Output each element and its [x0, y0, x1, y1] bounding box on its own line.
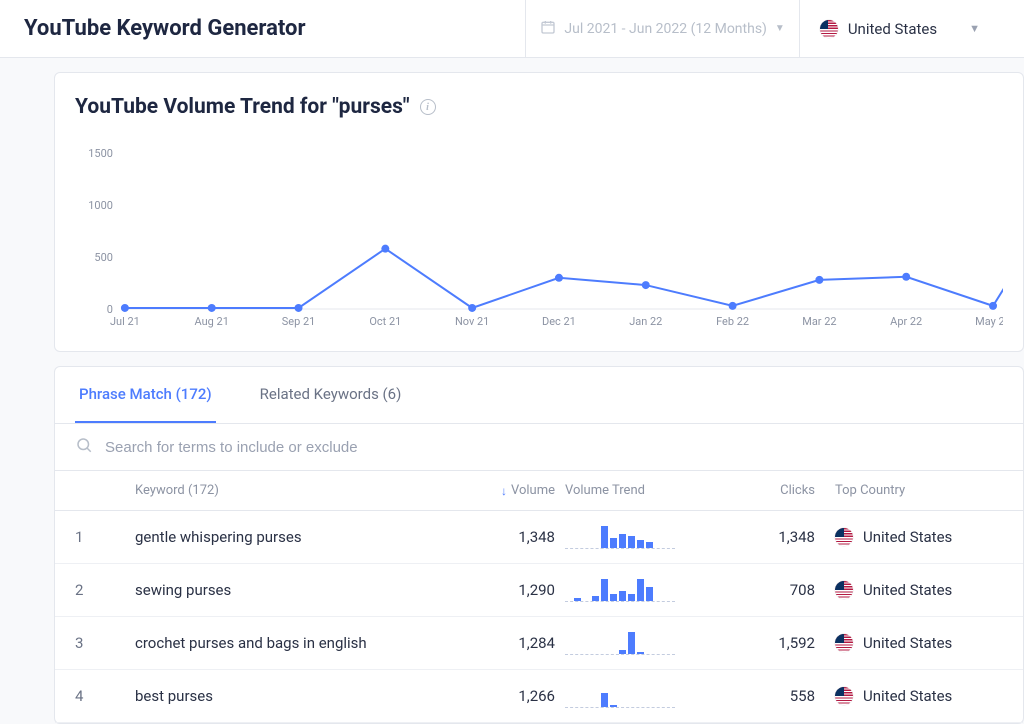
- sort-desc-icon: ↓: [501, 484, 507, 498]
- svg-text:Jan 22: Jan 22: [629, 315, 662, 328]
- volume-cell: 1,284: [435, 634, 555, 652]
- flag-us-icon: [820, 20, 838, 38]
- trend-chart: 050010001500Jul 21Aug 21Sep 21Oct 21Nov …: [75, 147, 1003, 337]
- tabs: Phrase Match (172) Related Keywords (6): [55, 367, 1023, 424]
- chevron-down-icon: ▼: [969, 22, 980, 35]
- flag-us-icon: [835, 581, 853, 599]
- app-header: YouTube Keyword Generator Jul 2021 - Jun…: [0, 0, 1024, 58]
- svg-text:Mar 22: Mar 22: [802, 315, 836, 328]
- sparkline: [555, 631, 695, 655]
- top-country-cell: United States: [815, 528, 1024, 546]
- svg-text:Nov 21: Nov 21: [455, 315, 489, 328]
- tab-phrase-match[interactable]: Phrase Match (172): [75, 367, 216, 423]
- svg-text:Oct 21: Oct 21: [369, 315, 401, 328]
- keyword-cell: gentle whispering purses: [135, 528, 435, 546]
- flag-us-icon: [835, 634, 853, 652]
- svg-text:Jul 21: Jul 21: [110, 315, 140, 328]
- flag-us-icon: [835, 687, 853, 705]
- svg-text:1000: 1000: [88, 199, 113, 212]
- volume-cell: 1,290: [435, 581, 555, 599]
- chevron-down-icon: ▼: [775, 23, 785, 34]
- country-select[interactable]: United States ▼: [800, 0, 1000, 57]
- table-row[interactable]: 1gentle whispering purses1,3481,348Unite…: [55, 511, 1023, 564]
- country-label: United States: [848, 20, 937, 38]
- svg-text:Feb 22: Feb 22: [716, 315, 749, 328]
- row-index: 3: [75, 634, 135, 652]
- keyword-cell: best purses: [135, 687, 435, 705]
- info-icon[interactable]: i: [420, 99, 436, 115]
- col-volume[interactable]: ↓ Volume: [435, 483, 555, 498]
- col-keyword[interactable]: Keyword (172): [135, 483, 435, 498]
- row-index: 1: [75, 528, 135, 546]
- card-title: YouTube Volume Trend for "purses" i: [75, 95, 1003, 119]
- tab-related-keywords[interactable]: Related Keywords (6): [256, 367, 406, 423]
- keyword-cell: crochet purses and bags in english: [135, 634, 435, 652]
- top-country-cell: United States: [815, 687, 1024, 705]
- svg-text:500: 500: [94, 251, 112, 264]
- row-index: 2: [75, 581, 135, 599]
- top-country-cell: United States: [815, 634, 1024, 652]
- sparkline: [555, 684, 695, 708]
- col-clicks[interactable]: Clicks: [695, 483, 815, 498]
- top-country-cell: United States: [815, 581, 1024, 599]
- sparkline: [555, 578, 695, 602]
- table-row[interactable]: 4best purses1,266 558United States: [55, 670, 1023, 723]
- date-range-picker: Jul 2021 - Jun 2022 (12 Months) ▼: [525, 0, 799, 57]
- svg-text:May 22: May 22: [975, 315, 1003, 328]
- table-row[interactable]: 3crochet purses and bags in english1,284…: [55, 617, 1023, 670]
- search-input[interactable]: [105, 439, 1003, 456]
- keyword-cell: sewing purses: [135, 581, 435, 599]
- date-range-label: Jul 2021 - Jun 2022 (12 Months): [564, 21, 767, 37]
- clicks-cell: 1,592: [695, 634, 815, 652]
- col-top-country[interactable]: Top Country: [815, 483, 1024, 498]
- search-icon: [75, 436, 93, 458]
- trend-chart-card: YouTube Volume Trend for "purses" i 0500…: [54, 72, 1024, 352]
- svg-text:Sep 21: Sep 21: [282, 315, 316, 328]
- flag-us-icon: [835, 528, 853, 546]
- clicks-cell: 558: [695, 687, 815, 705]
- clicks-cell: 708: [695, 581, 815, 599]
- svg-text:Aug 21: Aug 21: [195, 315, 229, 328]
- volume-cell: 1,266: [435, 687, 555, 705]
- svg-text:1500: 1500: [88, 147, 113, 160]
- table-row[interactable]: 2sewing purses1,290 708United States: [55, 564, 1023, 617]
- results-card: Phrase Match (172) Related Keywords (6) …: [54, 366, 1024, 724]
- volume-cell: 1,348: [435, 528, 555, 546]
- page-title: YouTube Keyword Generator: [24, 16, 525, 41]
- clicks-cell: 1,348: [695, 528, 815, 546]
- sparkline: [555, 525, 695, 549]
- row-index: 4: [75, 687, 135, 705]
- col-volume-trend[interactable]: Volume Trend: [555, 483, 695, 498]
- svg-text:Dec 21: Dec 21: [542, 315, 576, 328]
- search-bar: [55, 424, 1023, 471]
- calendar-icon: [540, 19, 556, 39]
- svg-text:Apr 22: Apr 22: [890, 315, 922, 328]
- table-header: Keyword (172) ↓ Volume Volume Trend Clic…: [55, 471, 1023, 511]
